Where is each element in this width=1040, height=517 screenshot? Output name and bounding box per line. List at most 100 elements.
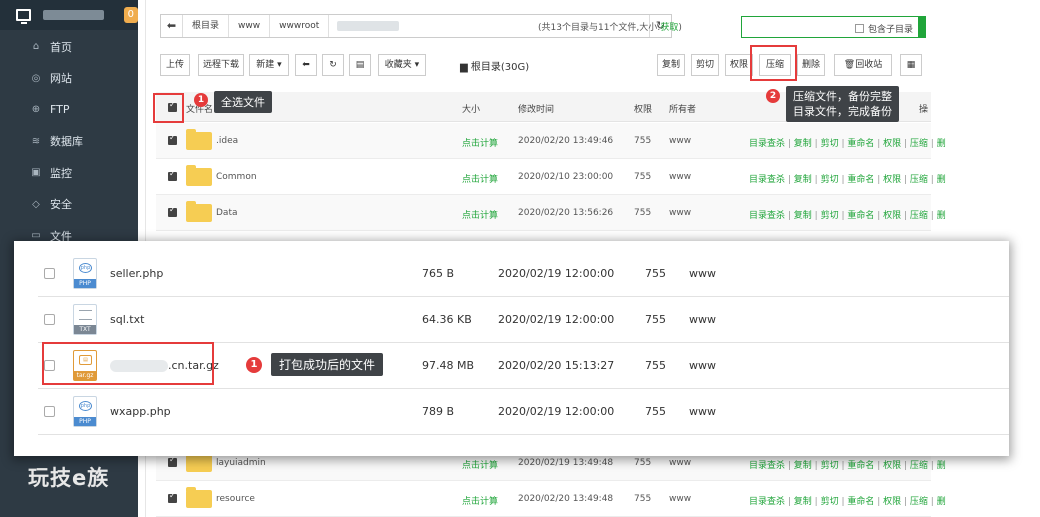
table-row[interactable]: Data 点击计算 2020/02/20 13:56:26 755 www 目录查杀 | …	[156, 195, 946, 231]
op-link[interactable]: 剪切	[821, 497, 839, 507]
op-link[interactable]: 剪切	[821, 139, 839, 149]
op-link[interactable]: 目录查杀	[749, 497, 785, 507]
sidebar-item-4[interactable]: ▣ 监控	[0, 157, 138, 189]
row-checkbox[interactable]	[44, 314, 55, 325]
notification-badge[interactable]: 0	[123, 7, 138, 23]
row-checkbox[interactable]	[168, 455, 177, 467]
op-link[interactable]: 删	[937, 175, 946, 185]
row-permission[interactable]: 755	[634, 494, 651, 504]
upload-button[interactable]: 上传	[160, 54, 190, 76]
sidebar-item-0[interactable]: ⌂ 首页	[0, 31, 138, 63]
row-filename[interactable]: .idea	[216, 136, 238, 146]
op-link[interactable]: 权限	[883, 175, 901, 185]
header-owner[interactable]: 所有者	[669, 102, 696, 115]
op-link[interactable]: 复制	[794, 211, 812, 221]
op-link[interactable]: 剪切	[821, 461, 839, 471]
row-filename[interactable]: sql.txt	[110, 313, 144, 326]
row-calc-size[interactable]: 点击计算	[462, 208, 498, 221]
terminal-icon[interactable]: ▤	[349, 54, 371, 76]
op-link[interactable]: 权限	[883, 461, 901, 471]
row-permission[interactable]: 755	[634, 208, 651, 218]
header-mtime[interactable]: 修改时间	[518, 102, 554, 115]
breadcrumb-masked[interactable]	[337, 21, 400, 31]
fetch-size-link[interactable]: 获取	[660, 23, 678, 33]
op-link[interactable]: 压缩	[910, 211, 928, 221]
row-filename[interactable]: wxapp.php	[110, 405, 171, 418]
breadcrumb-www[interactable]: www	[229, 15, 271, 37]
refresh-icon[interactable]: ↻	[322, 54, 344, 76]
op-link[interactable]: 复制	[794, 139, 812, 149]
op-link[interactable]: 权限	[883, 139, 901, 149]
remote-download-button[interactable]: 远程下载	[198, 54, 244, 76]
row-filename[interactable]: Data	[216, 208, 238, 218]
permission-button[interactable]: 权限	[725, 54, 753, 76]
row-permission[interactable]: 755	[634, 172, 651, 182]
back-icon[interactable]: ⬅	[295, 54, 317, 76]
row-checkbox[interactable]	[44, 406, 55, 417]
op-link[interactable]: 删	[937, 211, 946, 221]
back-arrow-icon[interactable]: ⬅	[161, 15, 183, 37]
row-permission[interactable]: 755	[645, 313, 666, 326]
op-link[interactable]: 剪切	[821, 211, 839, 221]
op-link[interactable]: 权限	[883, 497, 901, 507]
file-search-input[interactable]: 包含子目录	[741, 16, 926, 38]
delete-button[interactable]: 删除	[797, 54, 825, 76]
op-link[interactable]: 目录查杀	[749, 211, 785, 221]
cut-button[interactable]: 剪切	[691, 54, 719, 76]
row-filename[interactable]: layuiadmin	[216, 458, 266, 468]
table-row[interactable]: resource 点击计算 2020/02/20 13:49:48 755 www 目录查…	[156, 481, 946, 517]
op-link[interactable]: 剪切	[821, 175, 839, 185]
disk-root-indicator[interactable]: ▆ 根目录(30G)	[460, 58, 529, 73]
row-permission[interactable]: 755	[645, 405, 666, 418]
row-permission[interactable]: 755	[645, 267, 666, 280]
op-link[interactable]: 目录查杀	[749, 175, 785, 185]
op-link[interactable]: 压缩	[910, 461, 928, 471]
row-permission[interactable]: 755	[645, 359, 666, 372]
op-link[interactable]: 重命名	[847, 139, 874, 149]
row-checkbox[interactable]	[168, 205, 177, 217]
new-dropdown-button[interactable]: 新建 ▾	[249, 54, 289, 76]
op-link[interactable]: 复制	[794, 461, 812, 471]
include-subdir-checkbox[interactable]	[854, 24, 864, 33]
include-subdir-option[interactable]: 包含子目录	[854, 22, 913, 35]
sidebar-item-3[interactable]: ≋ 数据库	[0, 126, 138, 158]
row-calc-size[interactable]: 点击计算	[462, 136, 498, 149]
op-link[interactable]: 删	[937, 497, 946, 507]
row-calc-size[interactable]: 点击计算	[462, 172, 498, 185]
op-link[interactable]: 压缩	[910, 175, 928, 185]
row-filename[interactable]: Common	[216, 172, 257, 182]
op-link[interactable]: 权限	[883, 211, 901, 221]
row-calc-size[interactable]: 点击计算	[462, 458, 498, 471]
sidebar-item-2[interactable]: ⊕ FTP	[0, 94, 138, 126]
row-checkbox[interactable]	[168, 491, 177, 503]
header-permission[interactable]: 权限	[634, 102, 652, 115]
op-link[interactable]: 重命名	[847, 497, 874, 507]
op-link[interactable]: 重命名	[847, 461, 874, 471]
row-permission[interactable]: 755	[634, 136, 651, 146]
row-permission[interactable]: 755	[634, 458, 651, 468]
breadcrumb-wwwroot[interactable]: wwwroot	[270, 15, 330, 37]
op-link[interactable]: 目录查杀	[749, 139, 785, 149]
op-link[interactable]: 删	[937, 461, 946, 471]
table-row[interactable]: Common 点击计算 2020/02/10 23:00:00 755 www 目录查杀 …	[156, 159, 946, 195]
op-link[interactable]: 目录查杀	[749, 461, 785, 471]
search-button[interactable]	[918, 16, 926, 38]
zoomed-file-row[interactable]: TXT sql.txt 64.36 KB 2020/02/19 12:00:00 755…	[38, 297, 1009, 343]
op-link[interactable]: 重命名	[847, 175, 874, 185]
row-calc-size[interactable]: 点击计算	[462, 494, 498, 507]
op-link[interactable]: 压缩	[910, 497, 928, 507]
favorites-dropdown-button[interactable]: 收藏夹 ▾	[378, 54, 426, 76]
sidebar-item-1[interactable]: ◎ 网站	[0, 63, 138, 95]
grid-view-icon[interactable]: ▦	[900, 54, 922, 76]
op-link[interactable]: 压缩	[910, 139, 928, 149]
op-link[interactable]: 删	[937, 139, 946, 149]
sidebar-item-5[interactable]: ◇ 安全	[0, 189, 138, 221]
recycle-bin-button[interactable]: 🗑回收站	[834, 54, 892, 76]
row-checkbox[interactable]	[44, 268, 55, 279]
breadcrumb-root[interactable]: 根目录	[183, 15, 230, 37]
header-size[interactable]: 大小	[462, 102, 480, 115]
row-checkbox[interactable]	[168, 169, 177, 181]
row-checkbox[interactable]	[168, 133, 177, 145]
copy-button[interactable]: 复制	[657, 54, 685, 76]
row-filename[interactable]: resource	[216, 494, 255, 504]
